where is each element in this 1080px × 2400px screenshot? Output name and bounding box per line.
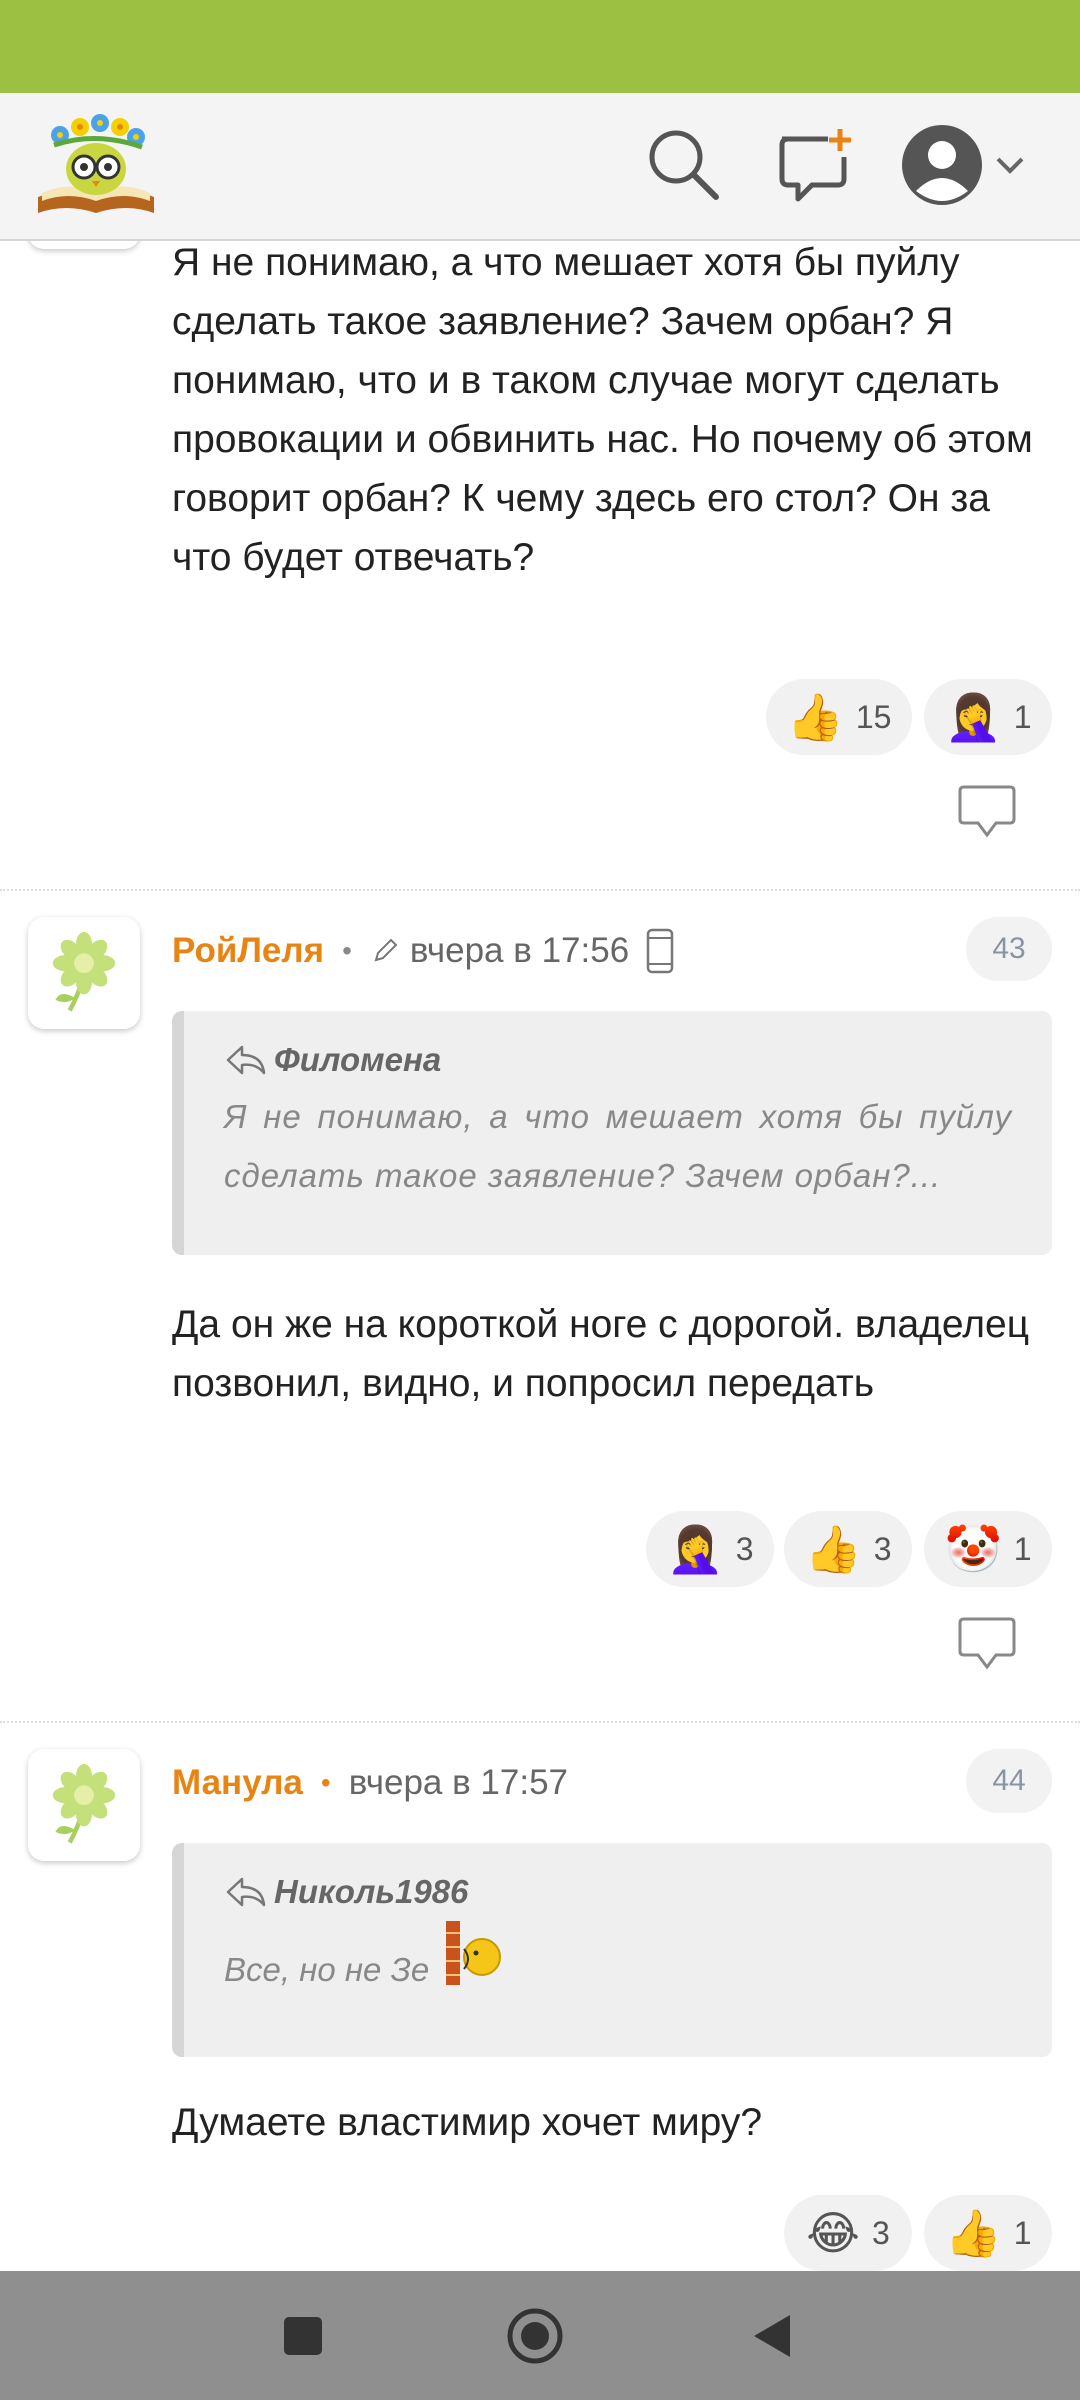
comment-text: Да он же на короткой ноге с дорогой. вла…	[172, 1303, 1030, 1405]
reply-icon[interactable]	[956, 1617, 1018, 1673]
avatar[interactable]	[28, 1749, 140, 1861]
pencil-icon	[374, 938, 398, 962]
author-name[interactable]: РойЛеля	[172, 931, 324, 971]
reaction-count: 1	[1013, 2214, 1032, 2251]
reaction-count: 1	[1013, 1530, 1032, 1567]
avatar[interactable]	[28, 917, 140, 1029]
comment-meta: Манула • вчера в 17:57	[172, 1753, 568, 1813]
comment-text: Я не понимаю, а что мешает хотя бы пуйлу…	[172, 241, 1033, 579]
reaction-thumbs-up[interactable]: 👍 3	[784, 1511, 912, 1587]
reaction-count: 3	[871, 2214, 890, 2251]
clown-icon: 🤡	[944, 1522, 1002, 1576]
comments-feed: Я не понимаю, а что мешает хотя бы пуйлу…	[0, 241, 1080, 2271]
author-name[interactable]: Манула	[172, 1763, 303, 1803]
facepalm-icon: 🤦‍♀️	[944, 690, 1002, 744]
facepalm-icon: 🤦‍♀️	[666, 1522, 724, 1576]
comment-number[interactable]: 43	[966, 917, 1052, 981]
quote-block[interactable]: Филомена Я не понимаю, а что мешает хотя…	[172, 1011, 1052, 1255]
divider	[0, 889, 1080, 891]
comment-number[interactable]: 44	[966, 1749, 1052, 1813]
thumbs-up-icon: 👍	[944, 2206, 1002, 2260]
quote-text: Я не понимаю, а что мешает хотя бы пуйлу…	[224, 1098, 1012, 1194]
comment-meta: РойЛеля • вчера в 17:56	[172, 921, 675, 981]
reaction-count: 3	[735, 1530, 754, 1567]
triangle-back-icon[interactable]	[742, 2305, 804, 2367]
comment-time: вчера в 17:56	[409, 931, 630, 970]
reaction-facepalm[interactable]: 🤦‍♀️ 3	[646, 1511, 774, 1587]
reaction-thumbs-up[interactable]: 👍 15	[766, 679, 912, 755]
flower-avatar-icon	[52, 931, 116, 1012]
separator-dot: •	[320, 1767, 331, 1798]
mobile-device-icon	[646, 928, 674, 974]
reaction-count: 3	[873, 1530, 892, 1567]
reaction-laughing[interactable]: 😂 3	[784, 2195, 912, 2271]
quote-block[interactable]: Николь1986 Все, но не Зе	[172, 1843, 1052, 2057]
reply-arrow-icon	[226, 1045, 266, 1075]
reaction-clown[interactable]: 🤡 1	[924, 1511, 1052, 1587]
quote-text: Все, но не Зе	[224, 1919, 1012, 1999]
quote-text-content: Все, но не Зе	[224, 1951, 430, 1988]
new-message-icon[interactable]	[772, 123, 856, 207]
quote-author-name: Филомена	[274, 1041, 442, 1078]
thumbs-up-icon: 👍	[786, 690, 844, 744]
quote-author: Филомена	[224, 1041, 1012, 1079]
laughing-icon: 😂	[806, 2206, 860, 2260]
app-header	[0, 93, 1080, 241]
square-icon[interactable]	[272, 2305, 334, 2367]
avatar[interactable]	[28, 241, 140, 249]
search-icon[interactable]	[642, 123, 726, 207]
reaction-facepalm[interactable]: 🤦‍♀️ 1	[924, 679, 1052, 755]
book-owl-logo[interactable]	[34, 109, 158, 219]
wall-bang-emoji-icon	[446, 1921, 502, 1985]
quote-author: Николь1986	[224, 1873, 1012, 1911]
reaction-count: 15	[855, 698, 892, 735]
reaction-thumbs-up[interactable]: 👍 1	[924, 2195, 1052, 2271]
comment-time: вчера в 17:57	[348, 1763, 568, 1802]
user-avatar-icon[interactable]	[900, 119, 1030, 211]
thumbs-up-icon: 👍	[804, 1522, 862, 1576]
divider	[0, 1721, 1080, 1723]
comment-text: Думаете властимир хочет миру?	[172, 2101, 763, 2144]
quote-author-name: Николь1986	[274, 1873, 469, 1910]
separator-dot: •	[342, 935, 352, 966]
reaction-count: 1	[1013, 698, 1032, 735]
flower-avatar-icon	[52, 1763, 116, 1844]
system-nav-bar	[0, 2271, 1080, 2400]
status-bar	[0, 0, 1080, 93]
reply-icon[interactable]	[956, 785, 1018, 841]
circle-icon[interactable]	[504, 2305, 566, 2367]
reply-arrow-icon	[226, 1877, 266, 1907]
